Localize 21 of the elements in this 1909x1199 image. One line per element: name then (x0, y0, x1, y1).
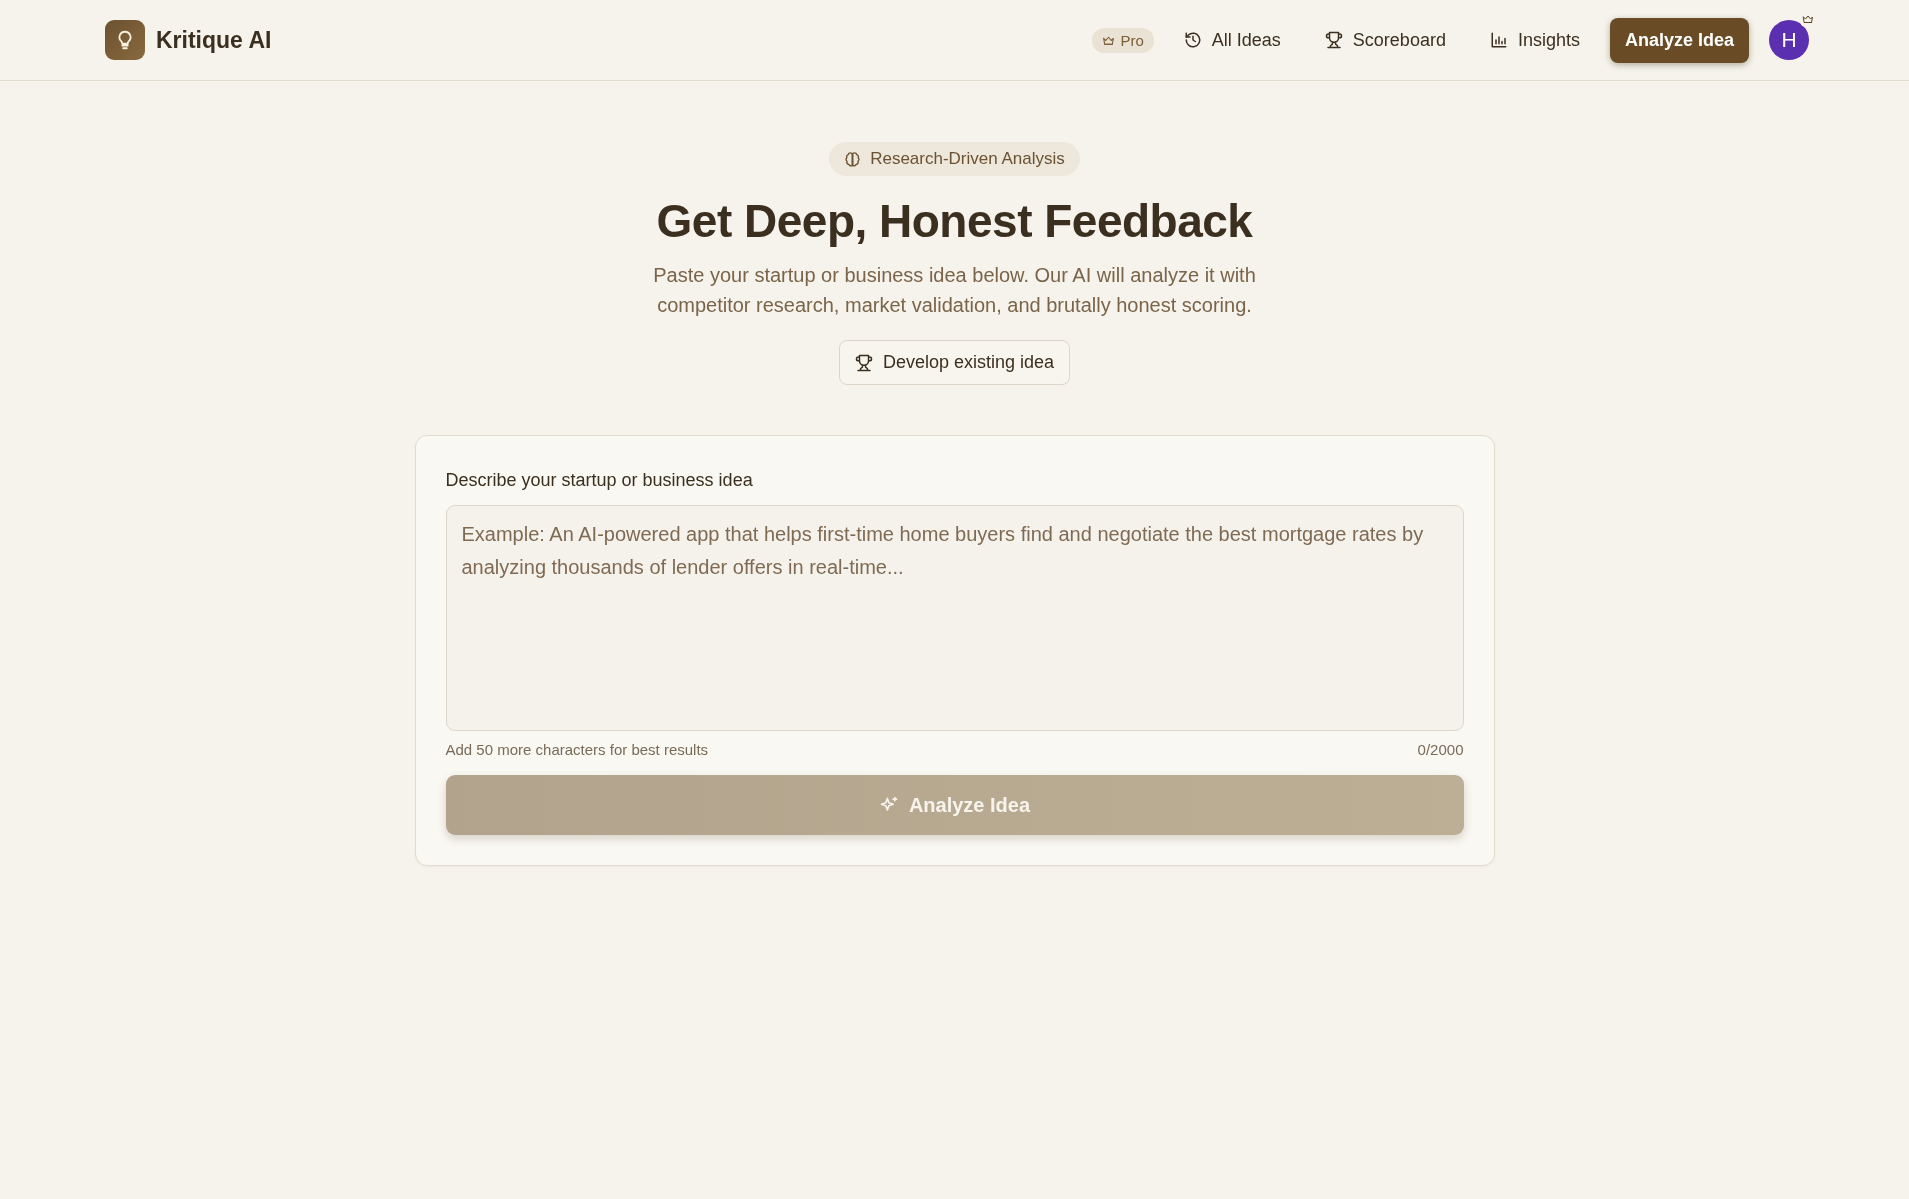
plan-badge: Pro (1092, 27, 1154, 53)
trophy-icon (854, 353, 873, 372)
develop-idea-button[interactable]: Develop existing idea (838, 340, 1071, 385)
history-icon (1183, 31, 1202, 49)
user-avatar[interactable]: H (1769, 20, 1809, 60)
nav-link[interactable]: Scoreboard (1324, 29, 1446, 51)
logo-icon (105, 20, 145, 60)
bar-chart-icon (1489, 31, 1508, 49)
field-label: Describe your startup or business idea (445, 470, 754, 491)
hint-text: Add 50 more characters for best results (445, 741, 709, 758)
character-counter: 0/2000 (1417, 741, 1464, 758)
trophy-icon (1324, 31, 1343, 49)
page-title: Get Deep, Honest Feedback (656, 194, 1253, 248)
idea-input-field[interactable]: Example: An AI-powered app that helps first-time home buyers find and negotiate the best mortgage rates by analyzing thousands of lender offers in real-time... (445, 505, 1464, 731)
nav-link[interactable]: All Ideas (1183, 29, 1281, 51)
analyze-idea-button[interactable]: Analyze Idea (1609, 17, 1749, 63)
feature-badge: Research-Driven Analysis (829, 142, 1080, 176)
page-subtitle: Paste your startup or business idea below. Our AI will analyze it with competitor research, market validation, and brutally honest scoring. (652, 263, 1257, 318)
brand-name: Kritique AI (156, 26, 272, 54)
nav-link[interactable]: Insights (1489, 29, 1580, 51)
brain-icon (844, 150, 862, 168)
